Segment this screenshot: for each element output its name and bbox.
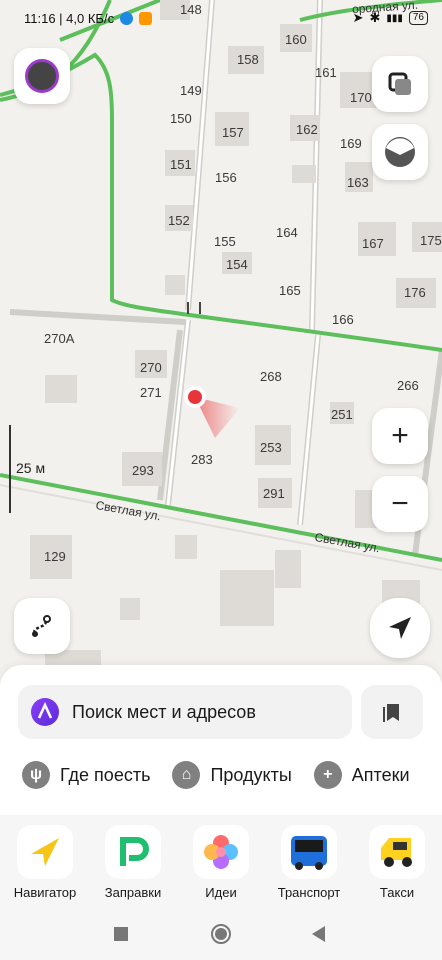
plus-icon: + [313,761,342,789]
layers-button[interactable] [372,56,428,112]
profile-avatar-button[interactable] [14,48,70,104]
app-transport[interactable]: Транспорт [269,825,349,900]
location-status-icon: ➤ [352,10,364,25]
app-label: Такси [379,885,415,900]
status-time: 11:16 | 4,0 КБ/с [24,10,115,26]
minus-icon: − [391,487,409,520]
app-fuel[interactable]: Заправки [93,825,173,900]
navigator-arrow-icon [17,825,73,879]
layers-icon [388,72,411,95]
alice-icon [31,698,59,726]
app-taxi[interactable]: Такси [357,825,437,900]
my-location-button[interactable] [370,598,430,658]
bookmarks-button[interactable] [361,685,423,739]
category-label: Продукты [210,764,292,785]
ideas-flower-icon [193,825,249,879]
app-ideas[interactable]: Идеи [181,825,261,900]
home-button[interactable] [211,924,231,944]
app-label: Навигатор [13,885,77,900]
recents-button[interactable] [114,927,128,941]
category-food[interactable]: ψ Где поесть [22,761,150,789]
category-row: ψ Где поесть ⌂ Продукты + Аптеки [22,761,410,789]
avatar [25,59,59,93]
basket-icon: ⌂ [172,761,201,789]
category-groceries[interactable]: ⌂ Продукты [172,761,292,789]
zoom-out-button[interactable]: − [372,476,428,532]
app-label: Транспорт [277,885,341,900]
category-label: Где поесть [60,764,151,785]
notification-icon [139,11,153,25]
fuel-p-icon [105,825,161,879]
signal-icon: ▮▮▮ [386,12,403,24]
plus-icon: + [391,419,409,452]
compass-icon [385,137,415,167]
bluetooth-icon: ✱ [369,10,381,25]
search-bar[interactable]: Поиск мест и адресов [18,685,352,739]
bus-icon [281,825,337,879]
map-style-button[interactable] [372,124,428,180]
status-bar: 11:16 | 4,0 КБ/с ➤ ✱ ▮▮▮ 76 [0,0,442,36]
category-pharmacies[interactable]: + Аптеки [313,761,410,789]
bookmark-icon [383,704,399,722]
app-label: Идеи [205,885,237,900]
battery-indicator: 76 [408,11,428,25]
bottom-sheet: Поиск мест и адресов ψ Где поесть ⌂ Прод… [0,665,442,815]
app-label: Заправки [104,885,162,900]
back-button[interactable] [312,926,325,942]
app-navigator[interactable]: Навигатор [5,825,85,900]
fork-knife-icon: ψ [22,761,50,789]
navigation-arrow-icon [389,617,411,639]
app-dock: Навигатор Заправки Идеи Транспорт Такси [0,815,442,910]
telegram-icon [120,11,134,25]
search-placeholder: Поиск мест и адресов [72,701,256,722]
zoom-in-button[interactable]: + [372,408,428,464]
route-button[interactable] [14,598,70,654]
route-icon [32,615,51,637]
system-nav-bar [0,910,442,960]
taxi-icon [369,825,425,879]
category-label: Аптеки [351,764,410,785]
